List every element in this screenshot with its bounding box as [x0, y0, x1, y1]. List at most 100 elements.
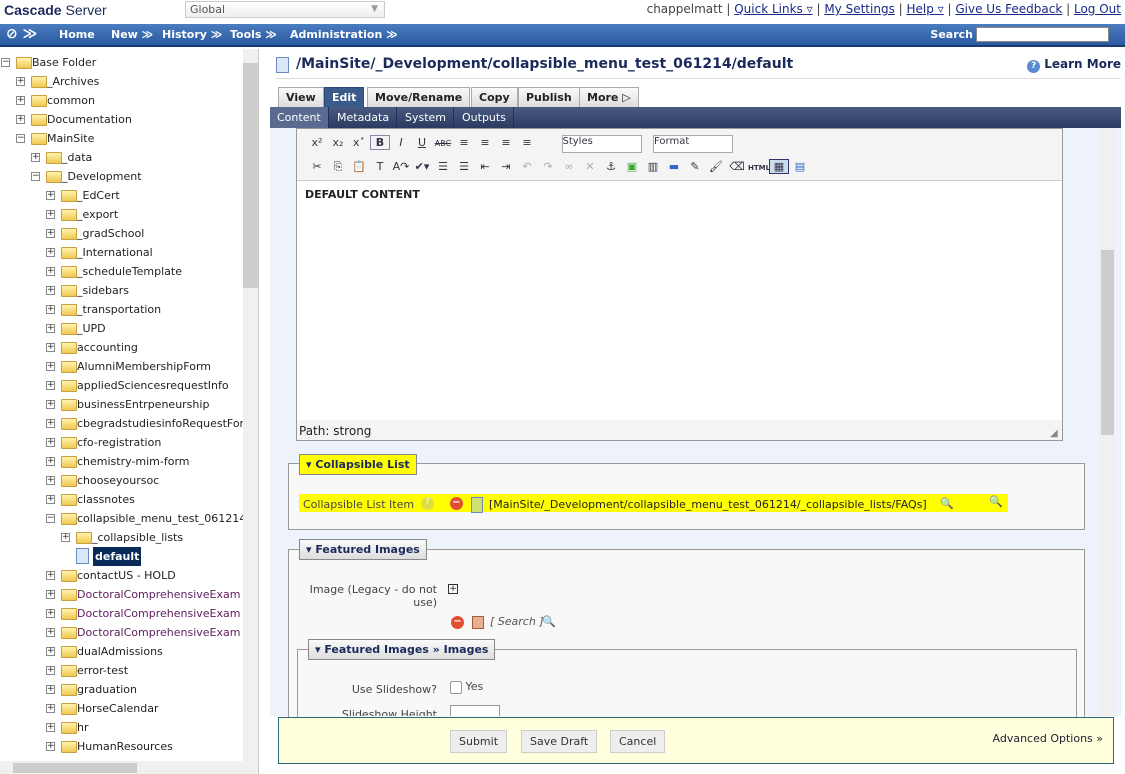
tree-item-label[interactable]: appliedSciencesrequestInfo: [77, 376, 229, 395]
tree-item[interactable]: + _data: [0, 148, 243, 167]
save-draft-button[interactable]: Save Draft: [521, 730, 598, 753]
expand-icon[interactable]: +: [46, 628, 55, 637]
site-select[interactable]: Global ▼: [185, 1, 385, 18]
remove-icon[interactable]: −: [450, 497, 463, 510]
expand-icon[interactable]: +: [46, 191, 55, 200]
tree-item[interactable]: + cbegradstudiesinfoRequestForm: [0, 414, 243, 433]
align-center-icon[interactable]: ≡: [475, 136, 495, 149]
tree-item-label[interactable]: accounting: [77, 338, 138, 357]
tree-item[interactable]: + AlumniMembershipForm: [0, 357, 243, 376]
tab-view[interactable]: View: [278, 87, 324, 107]
tree-item[interactable]: − collapsible_menu_test_061214: [0, 509, 243, 528]
spellcheck-icon[interactable]: ✔▾: [412, 160, 432, 173]
tree-item[interactable]: + HumanResources: [0, 737, 243, 756]
strikethrough-icon[interactable]: ABC: [433, 139, 453, 148]
expand-icon[interactable]: +: [46, 685, 55, 694]
tree-item[interactable]: + DoctoralComprehensiveExam: [0, 623, 243, 642]
underline-icon[interactable]: U: [412, 136, 432, 149]
tree-item[interactable]: + contactUS - HOLD: [0, 566, 243, 585]
help-icon[interactable]: ?: [421, 497, 434, 510]
collapse-icon[interactable]: −: [16, 134, 25, 143]
tree-item-label[interactable]: dualAdmissions: [77, 642, 163, 661]
tree-item[interactable]: + hr: [0, 718, 243, 737]
tab-edit[interactable]: Edit: [324, 87, 365, 107]
pane-splitter[interactable]: [258, 49, 270, 774]
tree-item[interactable]: + chooseyoursoc: [0, 471, 243, 490]
tree-item[interactable]: + _collapsible_lists: [0, 528, 243, 547]
tree-item-label[interactable]: _export: [77, 205, 118, 224]
subtab-outputs[interactable]: Outputs: [455, 107, 514, 128]
tree-item-label[interactable]: classnotes: [77, 490, 135, 509]
find-replace-icon[interactable]: A↷: [391, 160, 411, 173]
expand-icon[interactable]: +: [46, 229, 55, 238]
expand-icon[interactable]: +: [16, 96, 25, 105]
expand-icon[interactable]: +: [46, 286, 55, 295]
copy-icon[interactable]: ⎘: [328, 160, 348, 174]
tree-item-label[interactable]: cbegradstudiesinfoRequestForm: [77, 414, 243, 433]
remove-format-icon[interactable]: x˟: [349, 136, 369, 149]
tree-item-label[interactable]: DoctoralComprehensiveExam: [77, 623, 240, 642]
numbered-list-icon[interactable]: ☰: [454, 160, 474, 173]
expand-icon[interactable]: +: [46, 571, 55, 580]
bold-icon[interactable]: B: [370, 135, 390, 150]
tree-item[interactable]: − Base Folder: [0, 53, 243, 72]
tree-item-label[interactable]: _scheduleTemplate: [77, 262, 182, 281]
expand-icon[interactable]: +: [46, 609, 55, 618]
my-settings-link[interactable]: My Settings: [824, 2, 895, 16]
learn-more-link[interactable]: ? Learn More: [1027, 57, 1121, 73]
resize-handle-icon[interactable]: ◢: [1050, 428, 1058, 439]
tree-item[interactable]: + _transportation: [0, 300, 243, 319]
superscript-icon[interactable]: x²: [307, 136, 327, 149]
table-icon[interactable]: ▦: [769, 159, 789, 174]
tree-item[interactable]: + _EdCert: [0, 186, 243, 205]
eraser-icon[interactable]: ⌫: [727, 160, 747, 173]
tree-item-label[interactable]: _collapsible_lists: [92, 528, 183, 547]
tree-item-label[interactable]: HorseCalendar: [77, 699, 159, 718]
search-input[interactable]: [976, 27, 1109, 42]
tree-item-label[interactable]: Documentation: [47, 110, 132, 129]
tab-more[interactable]: More ▷: [579, 87, 639, 107]
indent-icon[interactable]: ⇥: [496, 160, 516, 173]
expand-icon[interactable]: +: [46, 704, 55, 713]
paste-icon[interactable]: 📋: [349, 160, 369, 173]
tree-item-label[interactable]: cfo-registration: [77, 433, 161, 452]
expand-icon[interactable]: +: [46, 210, 55, 219]
tree-item[interactable]: + DoctoralComprehensiveExam: [0, 585, 243, 604]
expand-icon[interactable]: +: [46, 267, 55, 276]
expand-icon[interactable]: +: [46, 666, 55, 675]
slideshow-height-input[interactable]: [450, 705, 500, 716]
cleanup-icon[interactable]: 🖌: [706, 160, 726, 173]
editor-content-area[interactable]: [297, 180, 1062, 420]
tab-move-rename[interactable]: Move/Rename: [367, 87, 471, 107]
image-search-link[interactable]: [ Search ]: [490, 615, 544, 628]
format-select[interactable]: Format: [653, 135, 733, 153]
subtab-content[interactable]: Content: [270, 107, 329, 128]
subscript-icon[interactable]: x₂: [328, 136, 348, 149]
tree-item[interactable]: + HorseCalendar: [0, 699, 243, 718]
redo-icon[interactable]: ↷: [538, 160, 558, 173]
undo-icon[interactable]: ↶: [517, 160, 537, 173]
slideshow-checkbox[interactable]: Yes: [450, 680, 483, 694]
tree-item[interactable]: default: [0, 547, 243, 566]
expand-icon[interactable]: +: [46, 476, 55, 485]
styles-select[interactable]: Styles: [561, 135, 642, 153]
tree-item[interactable]: + accounting: [0, 338, 243, 357]
tree-item-label[interactable]: common: [47, 91, 95, 110]
align-right-icon[interactable]: ≡: [496, 136, 516, 149]
nav-home[interactable]: Home: [59, 28, 95, 41]
expand-icon[interactable]: +: [46, 590, 55, 599]
tree-item-label[interactable]: _transportation: [77, 300, 161, 319]
collapse-icon[interactable]: −: [46, 514, 55, 523]
fullscreen-icon[interactable]: ▤: [790, 160, 810, 173]
expand-icon[interactable]: +: [31, 153, 40, 162]
expand-icon[interactable]: +: [16, 77, 25, 86]
advanced-options-link[interactable]: Advanced Options »: [993, 732, 1104, 745]
edit-icon[interactable]: ✎: [685, 160, 705, 173]
tree-item-label[interactable]: businessEntrpeneurship: [77, 395, 209, 414]
tree-item-label[interactable]: _Development: [62, 167, 142, 186]
paste-text-icon[interactable]: T: [370, 160, 390, 173]
tree-item[interactable]: + _scheduleTemplate: [0, 262, 243, 281]
submit-button[interactable]: Submit: [450, 730, 508, 753]
tree-item-label[interactable]: contactUS - HOLD: [77, 566, 176, 585]
nav-history[interactable]: History ≫: [162, 28, 222, 41]
